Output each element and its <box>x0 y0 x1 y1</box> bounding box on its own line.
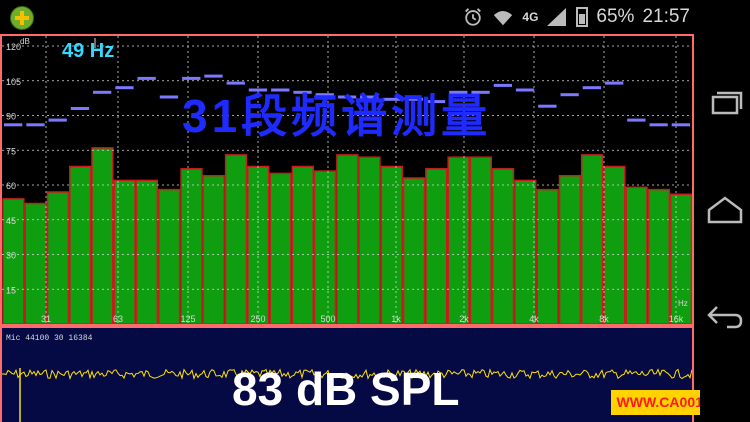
spectrum-bar <box>491 168 515 324</box>
network-label: 4G <box>522 10 539 24</box>
spl-readout: 83 dB SPL <box>232 363 460 415</box>
status-bar: 4G 65% 21:57 <box>0 0 700 34</box>
battery-icon <box>576 7 589 27</box>
spectrum-bar <box>425 168 448 324</box>
peak-marker <box>515 88 535 92</box>
recent-apps-icon[interactable] <box>705 85 745 125</box>
navigation-bar <box>700 0 750 422</box>
waveform-panel[interactable]: Mic 44100 30 16384 83 dB SPL <box>0 326 694 422</box>
peak-marker <box>115 86 134 90</box>
spectrum-bar <box>402 177 426 324</box>
x-tick-label: 63 <box>113 314 123 324</box>
spectrum-bar <box>336 154 359 324</box>
status-indicators: 4G 65% 21:57 <box>462 5 690 29</box>
spectrum-bar <box>469 156 492 324</box>
x-tick-label: 500 <box>320 314 335 324</box>
spectrum-bar <box>224 154 248 324</box>
signal-icon <box>547 8 567 26</box>
peak-marker <box>70 107 90 110</box>
clock-time: 21:57 <box>642 6 690 27</box>
x-tick-label: 125 <box>180 314 195 324</box>
x-tick-label: 8k <box>599 314 609 324</box>
peak-marker <box>137 76 156 80</box>
x-tick-label: 1k <box>391 314 401 324</box>
x-tick-label: 4k <box>529 314 539 324</box>
spectrum-bar <box>580 154 604 324</box>
spectrum-bar <box>69 165 92 324</box>
app-icon[interactable] <box>10 6 34 30</box>
alarm-icon <box>465 8 482 26</box>
spectrum-bar <box>91 147 114 324</box>
peak-marker <box>538 104 557 108</box>
y-tick-label: 90 <box>6 112 16 122</box>
spectrum-bar <box>558 174 582 324</box>
peak-marker <box>26 123 45 127</box>
peak-marker <box>605 81 624 85</box>
peak-marker <box>493 83 512 87</box>
y-tick-label: 75 <box>6 146 16 156</box>
peak-marker <box>560 93 579 97</box>
y-tick-label: 15 <box>6 285 16 295</box>
spectrum-bar <box>269 172 292 324</box>
chart-title: 31段频谱测量 <box>182 90 492 142</box>
x-tick-label: 31 <box>41 314 51 324</box>
x-tick-label: 16k <box>669 314 684 324</box>
x-unit-label: Hz <box>678 299 688 308</box>
wifi-icon <box>494 11 513 26</box>
spectrum-bar <box>358 156 381 324</box>
spectrum-bar <box>291 165 314 324</box>
y-tick-label: 105 <box>6 77 21 87</box>
spectrum-panel[interactable]: 120 105 90 75 60 45 30 15 31 63 125 250 500 1k 2k 4k 8k 1… <box>0 34 694 326</box>
spectrum-bar <box>24 202 47 324</box>
audio-settings-label: Mic 44100 30 16384 <box>6 334 93 343</box>
y-tick-label: 60 <box>6 181 16 191</box>
spectrum-bar <box>447 156 470 324</box>
spectrum-bar <box>202 174 225 324</box>
y-unit-label: dB <box>20 37 30 46</box>
spectrum-bar <box>536 188 559 324</box>
y-tick-label: 30 <box>6 251 16 261</box>
x-tick-label: 2k <box>459 314 469 324</box>
spectrum-bar <box>46 191 70 324</box>
peak-marker <box>627 118 646 122</box>
spectrum-bar <box>514 179 537 324</box>
x-tick-label: 250 <box>250 314 265 324</box>
y-tick-label: 120 <box>6 42 21 52</box>
home-icon[interactable] <box>705 190 745 230</box>
peak-marker <box>159 95 179 99</box>
back-icon[interactable] <box>705 295 745 335</box>
spectrum-bar <box>180 168 203 324</box>
peak-marker <box>204 74 223 78</box>
peak-marker <box>48 118 67 122</box>
peak-marker <box>4 123 23 127</box>
peak-marker <box>649 123 668 127</box>
spectrum-bar <box>603 165 626 324</box>
spectrum-bar <box>380 165 403 324</box>
peak-marker <box>671 123 690 127</box>
spectrum-bar <box>158 188 181 324</box>
y-tick-label: 45 <box>6 216 16 226</box>
spectrum-bar <box>247 165 270 324</box>
frequency-readout: 49 Hz <box>62 40 115 62</box>
spectrum-bar <box>647 188 671 324</box>
peak-marker <box>582 86 601 90</box>
spectrum-bar <box>113 179 136 324</box>
spectrum-bar <box>135 179 159 324</box>
spectrum-bar <box>313 170 337 324</box>
battery-percent: 65% <box>596 6 635 27</box>
peak-marker <box>93 90 112 94</box>
spectrum-bar <box>625 186 648 324</box>
